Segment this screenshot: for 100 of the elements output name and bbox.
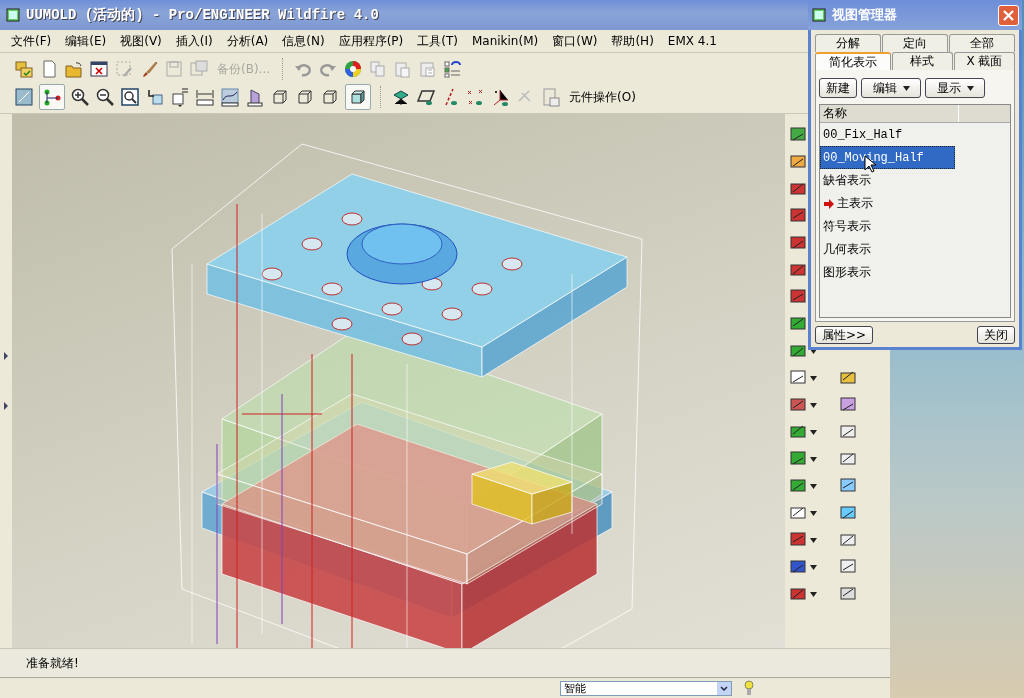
app-logo-icon xyxy=(6,8,20,22)
tab[interactable]: 定向 xyxy=(882,34,948,52)
column-header: 名称 xyxy=(820,105,959,122)
list-item[interactable]: 主表示 xyxy=(820,192,955,215)
list-item[interactable]: 00_Fix_Half xyxy=(820,123,955,146)
list-item[interactable]: 几何表示 xyxy=(820,238,955,261)
menu-item[interactable]: 窗口(W) xyxy=(545,32,605,50)
tool-icon[interactable] xyxy=(790,126,808,144)
tool-icon[interactable] xyxy=(840,423,858,441)
caret-icon xyxy=(966,85,974,91)
wireframe-cube-icon[interactable] xyxy=(320,87,340,107)
caret-icon[interactable] xyxy=(810,510,817,516)
menu-item[interactable]: Manikin(M) xyxy=(464,34,546,48)
close-window-icon[interactable] xyxy=(89,59,109,79)
tool-icon[interactable] xyxy=(840,369,858,387)
open-folder-icon[interactable] xyxy=(64,59,84,79)
selection-filter-dropdown[interactable]: 智能 xyxy=(560,680,732,696)
tool-icon[interactable] xyxy=(790,369,808,387)
close-button[interactable] xyxy=(998,4,1019,26)
caret-icon[interactable] xyxy=(810,429,817,435)
tool-icon[interactable] xyxy=(790,504,808,522)
dimension-icon[interactable] xyxy=(195,87,215,107)
panel-expand-icon[interactable] xyxy=(3,401,9,411)
tab[interactable]: 全部 xyxy=(949,34,1015,52)
new-button[interactable]: 新建 xyxy=(819,78,857,98)
dropdown-button[interactable]: 编辑 xyxy=(861,78,921,98)
caret-icon xyxy=(902,85,910,91)
menu-item[interactable]: 编辑(E) xyxy=(58,32,114,50)
component-operations-button[interactable]: 元件操作(O) xyxy=(566,88,639,106)
tool-icon[interactable] xyxy=(790,558,808,576)
tool-icon[interactable] xyxy=(790,153,808,171)
tool-icon[interactable] xyxy=(790,234,808,252)
tool-icon[interactable] xyxy=(840,585,858,603)
tool-icon[interactable] xyxy=(790,342,808,360)
status-message: 准备就绪! xyxy=(26,654,79,672)
zoom-fit-icon[interactable] xyxy=(120,87,140,107)
caret-icon[interactable] xyxy=(810,402,817,408)
tool-icon[interactable] xyxy=(790,207,808,225)
tool-icon[interactable] xyxy=(790,261,808,279)
tool-icon[interactable] xyxy=(840,504,858,522)
caret-icon[interactable] xyxy=(810,537,817,543)
curve-icon[interactable] xyxy=(220,87,240,107)
current-marker-arrow-icon xyxy=(823,197,835,210)
display-window-icon[interactable] xyxy=(14,87,34,107)
menu-item[interactable]: 帮助(H) xyxy=(604,32,661,50)
datum-plane-icon[interactable] xyxy=(416,87,436,107)
panel-expand-icon[interactable] xyxy=(3,351,9,361)
caret-icon[interactable] xyxy=(810,483,817,489)
tab[interactable]: 简化表示 xyxy=(815,52,891,70)
pyramid-icon[interactable] xyxy=(245,87,265,107)
menu-item[interactable]: 视图(V) xyxy=(113,32,169,50)
tool-icon[interactable] xyxy=(790,450,808,468)
tool-icon[interactable] xyxy=(790,585,808,603)
menu-item[interactable]: 插入(I) xyxy=(168,32,220,50)
wireframe-cube-icon[interactable] xyxy=(270,87,290,107)
color-wheel-icon[interactable] xyxy=(343,59,364,79)
menu-item[interactable]: 工具(T) xyxy=(410,32,465,50)
zoom-out-icon[interactable] xyxy=(95,87,115,107)
caret-icon[interactable] xyxy=(810,564,817,570)
menu-item[interactable]: 文件(F) xyxy=(4,32,59,50)
tool-icon[interactable] xyxy=(790,531,808,549)
caret-icon[interactable] xyxy=(810,456,817,462)
tool-icon[interactable] xyxy=(840,531,858,549)
dialog-button[interactable]: 属性>> xyxy=(815,326,874,344)
list-item[interactable]: 00_Moving_Half xyxy=(820,146,955,169)
window-title: UUMOLD (活动的) - Pro/ENGINEER Wildfire 4.0 xyxy=(26,6,379,24)
coordinate-system-icon[interactable] xyxy=(491,87,511,107)
folders-icon[interactable] xyxy=(14,59,34,79)
tool-icon[interactable] xyxy=(790,180,808,198)
dialog-title: 视图管理器 xyxy=(832,6,898,24)
list-item[interactable]: 符号表示 xyxy=(820,215,955,238)
wireframe-cube-icon[interactable] xyxy=(295,87,315,107)
tab[interactable]: 样式 xyxy=(891,52,953,70)
tool-icon[interactable] xyxy=(790,477,808,495)
caret-icon[interactable] xyxy=(810,375,817,381)
tab[interactable]: 分解 xyxy=(815,34,881,52)
menu-item[interactable]: EMX 4.1 xyxy=(660,34,724,48)
dropdown-button[interactable]: 显示 xyxy=(925,78,985,98)
list-item[interactable]: 图形表示 xyxy=(820,261,955,284)
close-icon xyxy=(1003,9,1014,21)
dialog-button[interactable]: 关闭 xyxy=(977,326,1015,344)
tool-icon[interactable] xyxy=(840,558,858,576)
tool-icon[interactable] xyxy=(790,315,808,333)
tool-icon[interactable] xyxy=(790,423,808,441)
shaded-cube-icon[interactable] xyxy=(348,87,368,107)
spin-center-icon[interactable] xyxy=(42,87,62,107)
menu-item[interactable]: 信息(N) xyxy=(275,32,332,50)
light-bulb-icon xyxy=(744,680,754,696)
tool-icon[interactable] xyxy=(840,396,858,414)
menu-item[interactable]: 分析(A) xyxy=(219,32,276,50)
caret-icon[interactable] xyxy=(810,591,817,597)
tool-icon[interactable] xyxy=(840,450,858,468)
list-item[interactable]: 缺省表示 xyxy=(820,169,955,192)
tool-icon[interactable] xyxy=(790,288,808,306)
tool-icon[interactable] xyxy=(840,477,858,495)
app-logo-icon xyxy=(812,8,826,22)
menu-item[interactable]: 应用程序(P) xyxy=(331,32,411,50)
tool-icon[interactable] xyxy=(790,396,808,414)
zoom-in-icon[interactable] xyxy=(70,87,90,107)
tab[interactable]: X 截面 xyxy=(953,52,1015,70)
